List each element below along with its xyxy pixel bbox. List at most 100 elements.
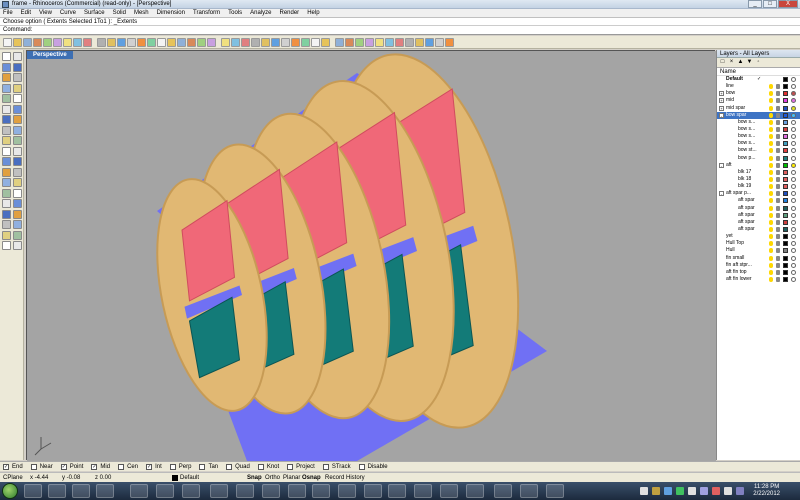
toolbar-tool-icon[interactable] (311, 37, 320, 47)
layer-visibility-bulb-icon[interactable] (769, 269, 773, 275)
layer-expand-toggle[interactable]: + (719, 91, 724, 97)
layer-material-swatch[interactable] (791, 91, 796, 97)
layer-material-swatch[interactable] (791, 248, 796, 254)
left-tool-icon[interactable] (2, 73, 11, 82)
layer-lock-icon[interactable] (776, 141, 780, 147)
layer-color-swatch[interactable] (783, 248, 788, 254)
layer-material-swatch[interactable] (791, 269, 796, 275)
left-tool-icon[interactable] (13, 230, 22, 240)
toolbar-tool-icon[interactable] (3, 37, 12, 47)
left-tool-icon[interactable] (2, 146, 11, 156)
layer-visibility-bulb-icon[interactable] (769, 91, 773, 97)
toolbar-tool-icon[interactable] (355, 37, 364, 47)
layer-color-swatch[interactable] (783, 169, 788, 175)
layer-lock-icon[interactable] (776, 91, 780, 97)
layer-material-swatch[interactable] (791, 198, 796, 204)
layer-material-swatch[interactable] (791, 191, 796, 197)
toolbar-tool-icon[interactable] (261, 37, 270, 47)
layer-color-swatch[interactable] (783, 205, 788, 211)
layer-visibility-bulb-icon[interactable] (769, 255, 773, 261)
left-tool-icon[interactable] (13, 125, 22, 135)
layer-lock-icon[interactable] (776, 219, 780, 225)
taskbar-app-icon[interactable] (210, 484, 228, 498)
close-button[interactable]: X (778, 0, 798, 8)
layer-lock-icon[interactable] (776, 112, 780, 118)
left-tool-icon[interactable] (13, 157, 22, 166)
toolbar-tool-icon[interactable] (415, 37, 424, 47)
layer-visibility-bulb-icon[interactable] (769, 276, 773, 282)
layer-row[interactable]: aft spar (717, 212, 800, 219)
left-tool-icon[interactable] (2, 136, 11, 145)
left-tool-icon[interactable] (13, 62, 22, 72)
layer-row[interactable]: + mid (717, 97, 800, 104)
left-tool-icon[interactable] (13, 199, 22, 208)
left-tool-icon[interactable] (13, 167, 22, 177)
taskbar-app-icon[interactable] (388, 484, 406, 498)
taskbar-app-icon[interactable] (24, 484, 42, 498)
command-input[interactable]: Command: (0, 26, 800, 35)
toolbar-tool-icon[interactable] (107, 37, 116, 47)
layer-row[interactable]: bow s... (717, 119, 800, 126)
system-tray-icon[interactable] (688, 487, 696, 495)
osnap-checkbox[interactable]: ✓ (91, 463, 98, 470)
layer-lock-icon[interactable] (776, 169, 780, 175)
layer-color-swatch[interactable] (783, 176, 788, 182)
left-tool-icon[interactable] (2, 52, 11, 61)
toolbar-tool-icon[interactable] (13, 37, 22, 47)
layer-lock-icon[interactable] (776, 212, 780, 218)
filter-icon[interactable]: ◦ (755, 59, 762, 66)
layer-color-swatch[interactable] (783, 91, 788, 97)
layer-row[interactable]: blk 17 (717, 169, 800, 176)
layer-material-swatch[interactable] (791, 226, 796, 232)
layer-visibility-bulb-icon[interactable] (769, 212, 773, 218)
layer-row[interactable]: aft fin top (717, 269, 800, 276)
osnap-option[interactable]: Quad (226, 463, 250, 470)
system-tray-icon[interactable] (676, 487, 684, 495)
layer-row[interactable]: aft spar (717, 205, 800, 212)
menu-surface[interactable]: Surface (84, 10, 105, 16)
taskbar-app-icon[interactable] (262, 484, 280, 498)
new-layer-icon[interactable]: □ (719, 59, 726, 66)
toolbar-tool-icon[interactable] (301, 37, 310, 47)
toolbar-tool-icon[interactable] (335, 37, 344, 47)
menu-mesh[interactable]: Mesh (134, 10, 149, 16)
osnap-checkbox[interactable] (169, 463, 176, 470)
layer-visibility-bulb-icon[interactable] (769, 262, 773, 268)
layer-material-swatch[interactable] (791, 169, 796, 175)
menu-tools[interactable]: Tools (228, 10, 242, 16)
layer-row[interactable]: aft spar (717, 226, 800, 233)
toolbar-tool-icon[interactable] (271, 37, 280, 47)
left-tool-icon[interactable] (13, 188, 22, 198)
layer-row[interactable]: bow s... (717, 140, 800, 147)
menu-view[interactable]: View (39, 10, 52, 16)
layer-row[interactable]: + mid spar (717, 105, 800, 112)
delete-layer-icon[interactable]: × (728, 59, 735, 66)
left-tool-icon[interactable] (13, 220, 22, 229)
layer-visibility-bulb-icon[interactable] (769, 191, 773, 197)
left-tool-icon[interactable] (2, 83, 11, 93)
layer-material-swatch[interactable] (791, 255, 796, 261)
menu-dimension[interactable]: Dimension (157, 10, 185, 16)
taskbar-app-icon[interactable] (312, 484, 330, 498)
layer-lock-icon[interactable] (776, 205, 780, 211)
osnap-checkbox[interactable] (199, 463, 206, 470)
left-tool-icon[interactable] (2, 199, 11, 208)
toolbar-tool-icon[interactable] (197, 37, 206, 47)
left-tool-icon[interactable] (13, 104, 22, 114)
layer-visibility-bulb-icon[interactable] (769, 234, 773, 240)
layer-visibility-bulb-icon[interactable] (769, 219, 773, 225)
left-tool-icon[interactable] (2, 178, 11, 187)
left-tool-icon[interactable] (13, 146, 22, 156)
left-tool-icon[interactable] (13, 209, 22, 219)
menu-solid[interactable]: Solid (113, 10, 126, 16)
system-tray-icon[interactable] (652, 487, 660, 495)
taskbar-app-icon[interactable] (440, 484, 458, 498)
layer-color-swatch[interactable] (783, 198, 788, 204)
toolbar-tool-icon[interactable] (345, 37, 354, 47)
osnap-option[interactable]: Perp (169, 463, 191, 470)
layer-visibility-bulb-icon[interactable] (769, 98, 773, 104)
layer-lock-icon[interactable] (776, 184, 780, 190)
toolbar-tool-icon[interactable] (73, 37, 82, 47)
taskbar-app-icon[interactable] (130, 484, 148, 498)
layer-color-swatch[interactable] (783, 141, 788, 147)
